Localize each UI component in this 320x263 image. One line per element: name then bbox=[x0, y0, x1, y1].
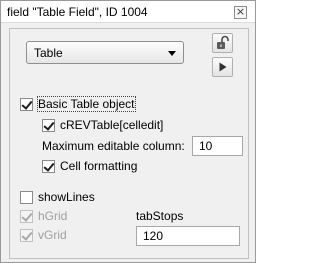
vgrid-label: vGrid bbox=[38, 228, 67, 242]
show-lines-checkbox[interactable] bbox=[20, 190, 33, 204]
max-editable-column-label: Maximum editable column: bbox=[42, 139, 185, 153]
crev-table-option[interactable]: cREVTable[celledit] bbox=[42, 118, 163, 132]
dropdown-value: Table bbox=[34, 46, 63, 60]
vgrid-option: vGrid bbox=[20, 228, 67, 242]
lock-button[interactable] bbox=[212, 33, 233, 53]
chevron-down-icon bbox=[168, 51, 176, 56]
show-lines-option[interactable]: showLines bbox=[20, 190, 95, 204]
cell-formatting-checkbox[interactable] bbox=[42, 159, 55, 173]
cell-formatting-label: Cell formatting bbox=[60, 159, 138, 173]
property-inspector-window: field "Table Field", ID 1004 × Table Bas… bbox=[0, 0, 256, 263]
object-type-dropdown[interactable]: Table bbox=[26, 41, 184, 64]
show-lines-label: showLines bbox=[38, 190, 95, 204]
close-icon: × bbox=[235, 5, 246, 18]
basic-table-object-option[interactable]: Basic Table object bbox=[20, 96, 136, 112]
crev-table-label: cREVTable[celledit] bbox=[60, 118, 164, 132]
play-button[interactable] bbox=[212, 57, 233, 77]
crev-table-checkbox[interactable] bbox=[42, 118, 55, 132]
hgrid-option: hGrid bbox=[20, 209, 67, 223]
basic-table-object-checkbox[interactable] bbox=[20, 97, 33, 111]
title-bar[interactable]: field "Table Field", ID 1004 × bbox=[1, 1, 255, 23]
close-button[interactable]: × bbox=[234, 6, 247, 19]
tab-stops-field[interactable]: 120 bbox=[136, 226, 240, 246]
hgrid-checkbox bbox=[20, 209, 33, 223]
vgrid-checkbox bbox=[20, 228, 33, 242]
hgrid-label: hGrid bbox=[38, 209, 68, 223]
window-title: field "Table Field", ID 1004 bbox=[7, 5, 148, 19]
cell-formatting-option[interactable]: Cell formatting bbox=[42, 159, 137, 173]
play-icon bbox=[219, 62, 227, 72]
properties-panel: Table Basic Table object cREVTable[celle… bbox=[9, 28, 249, 259]
tab-stops-label: tabStops bbox=[136, 209, 184, 223]
max-editable-column-field[interactable]: 10 bbox=[192, 136, 243, 156]
basic-table-object-label: Basic Table object bbox=[37, 96, 136, 112]
lock-open-icon bbox=[217, 35, 229, 49]
